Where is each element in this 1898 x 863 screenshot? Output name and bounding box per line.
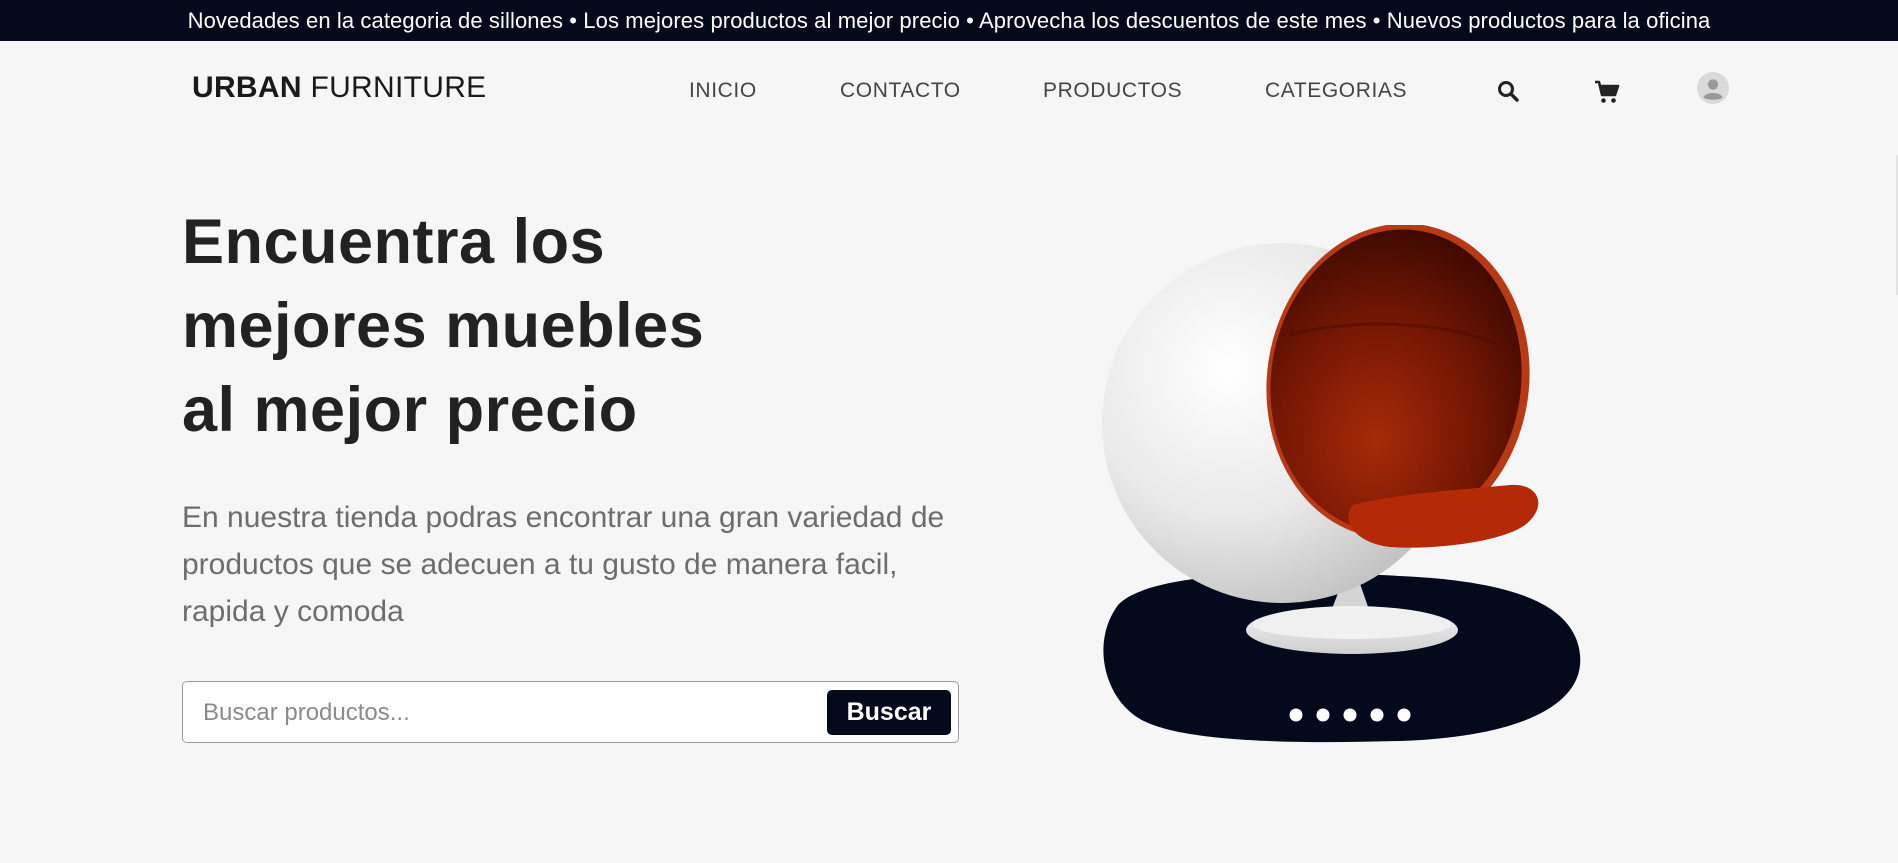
user-avatar-icon[interactable] bbox=[1697, 72, 1729, 104]
brand-logo[interactable]: URBAN FURNITURE bbox=[192, 71, 486, 105]
hero-title-line: Encuentra los bbox=[182, 207, 606, 277]
search-icon[interactable] bbox=[1496, 79, 1520, 103]
product-search: Buscar bbox=[182, 681, 959, 743]
nav-link-inicio[interactable]: INICIO bbox=[689, 79, 757, 103]
brand-logo-light: FURNITURE bbox=[301, 71, 487, 104]
carousel-dot[interactable] bbox=[1343, 708, 1357, 722]
cart-icon[interactable] bbox=[1594, 79, 1620, 105]
hero-title-line: mejores muebles bbox=[182, 291, 705, 361]
hero-carousel bbox=[1102, 225, 1581, 743]
nav-link-productos[interactable]: PRODUCTOS bbox=[1043, 79, 1182, 103]
brand-logo-strong: URBAN bbox=[192, 71, 302, 104]
carousel-dot[interactable] bbox=[1370, 708, 1384, 722]
nav-link-categorias[interactable]: CATEGORIAS bbox=[1265, 79, 1407, 103]
hero-title-line: al mejor precio bbox=[182, 375, 638, 445]
ball-chair-image bbox=[1102, 225, 1581, 743]
hero-description: En nuestra tienda podras encontrar una g… bbox=[182, 494, 982, 635]
hero-description-line: productos que se adecuen a tu gusto de m… bbox=[182, 548, 898, 581]
announcement-text: Novedades en la categoria de sillones • … bbox=[187, 7, 1711, 33]
navbar: URBAN FURNITURE INICIO CONTACTO PRODUCTO… bbox=[0, 41, 1898, 139]
carousel-dot[interactable] bbox=[1289, 708, 1303, 722]
carousel-dot[interactable] bbox=[1397, 708, 1411, 722]
hero-title: Encuentra los mejores muebles al mejor p… bbox=[182, 200, 704, 452]
hero-description-line: rapida y comoda bbox=[182, 595, 404, 628]
nav-link-contacto[interactable]: CONTACTO bbox=[840, 79, 961, 103]
hero-description-line: En nuestra tienda podras encontrar una g… bbox=[182, 501, 945, 534]
announcement-bar: Novedades en la categoria de sillones • … bbox=[0, 0, 1898, 41]
search-input[interactable] bbox=[201, 692, 795, 734]
search-button[interactable]: Buscar bbox=[827, 690, 951, 735]
carousel-dot[interactable] bbox=[1316, 708, 1330, 722]
